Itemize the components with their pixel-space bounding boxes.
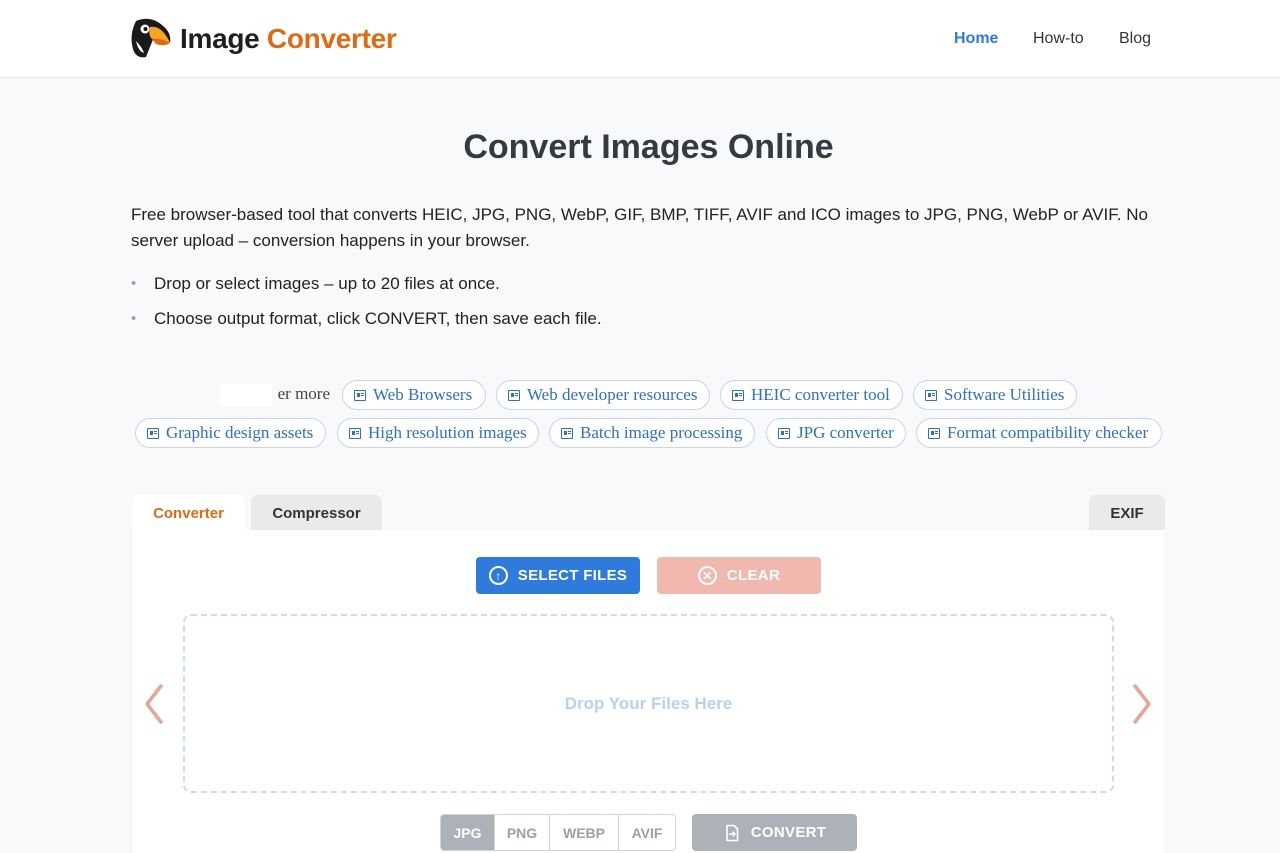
chip-label: Batch image processing (580, 423, 743, 442)
chip-software-utilities[interactable]: Software Utilities (913, 380, 1077, 410)
site-header: Image Converter Home How-to Blog (0, 0, 1280, 78)
logo-text: Image Converter (180, 23, 397, 55)
chip-web-browsers[interactable]: Web Browsers (342, 380, 486, 410)
chip-heic-converter-tool[interactable]: HEIC converter tool (720, 380, 903, 410)
upload-circle-icon: ↑ (488, 566, 508, 585)
chip-label: Web Browsers (373, 385, 473, 404)
chip-label: Graphic design assets (166, 423, 314, 442)
chip-label: HEIC converter tool (751, 385, 890, 404)
tab-exif[interactable]: EXIF (1089, 495, 1165, 531)
label-mask (220, 384, 272, 406)
newspaper-icon (147, 427, 159, 439)
select-files-button[interactable]: ↑ SELECT FILES (476, 557, 640, 594)
chip-format-compatibility-checker[interactable]: Format compatibility checker (916, 418, 1162, 448)
dropzone-text: Drop Your Files Here (564, 693, 733, 713)
chevron-left-icon[interactable] (141, 682, 167, 726)
chip-jpg-converter[interactable]: JPG converter (766, 418, 906, 448)
nav-how-to[interactable]: How-to (1033, 30, 1084, 48)
chip-label: JPG converter (797, 423, 894, 442)
chip-label: High resolution images (368, 423, 527, 442)
logo-word-image: Image (180, 23, 260, 54)
toucan-logo-icon (131, 18, 171, 58)
newspaper-icon (732, 389, 744, 401)
format-option-png[interactable]: PNG (495, 815, 550, 850)
page-title: Convert Images Online (463, 128, 834, 166)
newspaper-icon (928, 427, 940, 439)
format-option-avif[interactable]: AVIF (619, 815, 675, 850)
newspaper-icon (349, 427, 361, 439)
close-circle-icon: ✕ (697, 566, 717, 585)
nav-blog[interactable]: Blog (1119, 30, 1151, 48)
tab-compressor[interactable]: Compressor (251, 495, 382, 531)
newspaper-icon (778, 427, 790, 439)
newspaper-icon (925, 389, 937, 401)
clear-button[interactable]: ✕ CLEAR (657, 557, 821, 594)
chip-graphic-design-assets[interactable]: Graphic design assets (135, 418, 326, 448)
chip-web-developer-resources[interactable]: Web developer resources (496, 380, 710, 410)
format-option-jpg[interactable]: JPG (441, 815, 495, 850)
convert-button[interactable]: CONVERT (692, 814, 857, 851)
discover-more-label: er more (220, 384, 330, 406)
file-convert-icon (725, 824, 739, 841)
logo-word-converter: Converter (266, 23, 397, 54)
chip-batch-image-processing[interactable]: Batch image processing (549, 418, 755, 448)
logo-link[interactable]: Image Converter (130, 16, 397, 62)
chevron-right-icon[interactable] (1129, 682, 1155, 726)
discover-more-text: er more (277, 384, 330, 403)
newspaper-icon (508, 389, 520, 401)
chip-high-resolution-images[interactable]: High resolution images (337, 418, 539, 448)
select-files-label: SELECT FILES (517, 567, 628, 584)
format-option-webp[interactable]: WEBP (550, 815, 619, 850)
newspaper-icon (354, 389, 366, 401)
nav-home[interactable]: Home (954, 30, 998, 48)
feature-list: Drop or select images – up to 20 files a… (131, 272, 1171, 342)
chip-label: Software Utilities (944, 385, 1065, 404)
tab-converter[interactable]: Converter (132, 495, 245, 531)
chip-label: Web developer resources (527, 385, 698, 404)
convert-label: CONVERT (750, 824, 827, 841)
intro-description: Free browser-based tool that converts HE… (131, 205, 1148, 250)
clear-label: CLEAR (726, 567, 781, 584)
newspaper-icon (561, 427, 573, 439)
feature-item: Drop or select images – up to 20 files a… (131, 272, 1171, 296)
dropzone[interactable]: Drop Your Files Here (183, 614, 1114, 793)
feature-item: Choose output format, click CONVERT, the… (131, 307, 1171, 331)
format-selector: JPG PNG WEBP AVIF (440, 814, 676, 851)
chip-label: Format compatibility checker (947, 423, 1149, 442)
